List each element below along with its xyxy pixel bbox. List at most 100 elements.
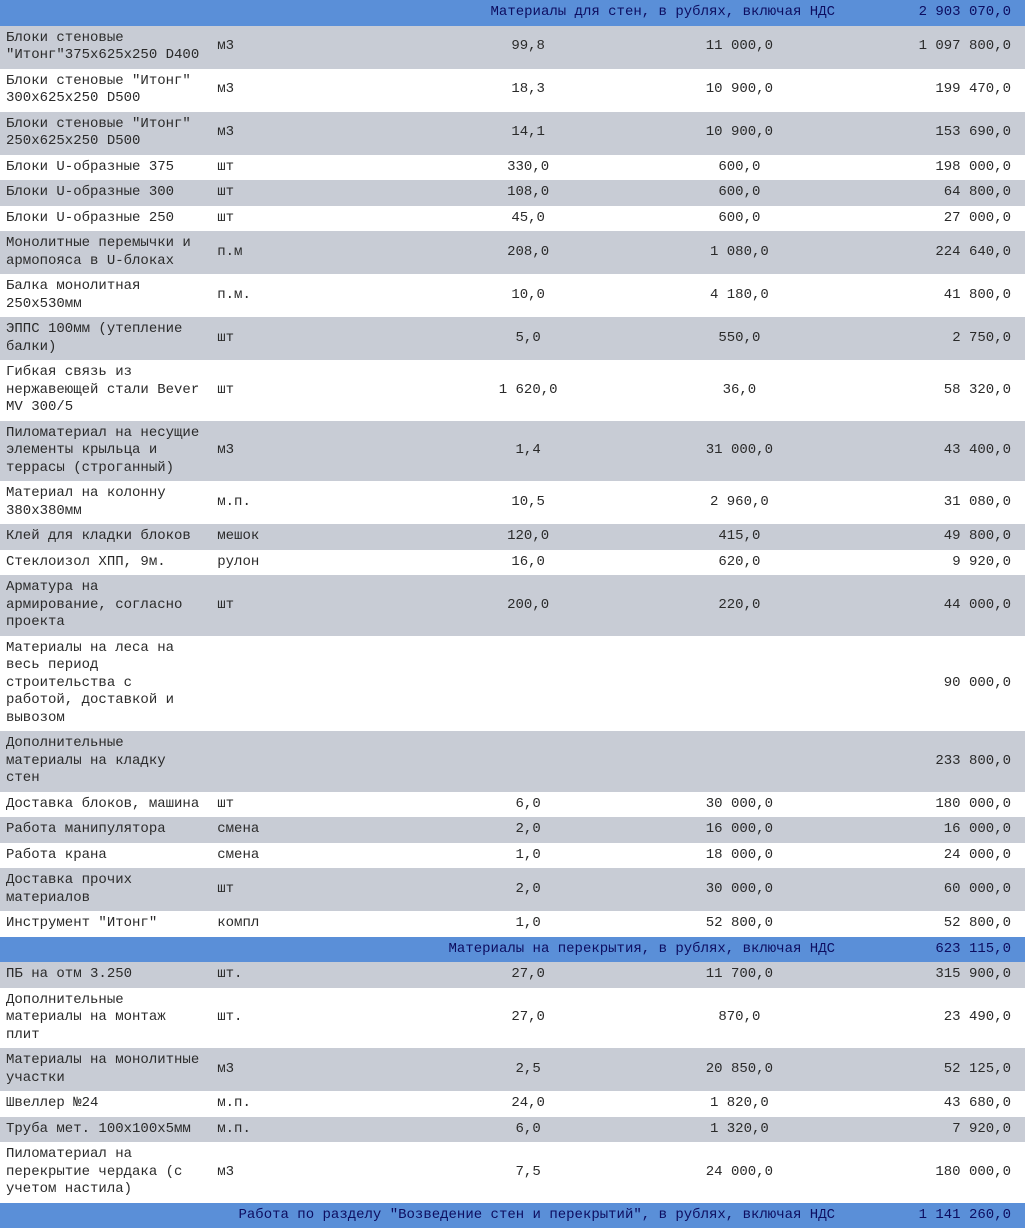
table-row: Пиломатериал на несущие элементы крыльца…	[0, 421, 1025, 482]
item-price: 30 000,0	[634, 792, 845, 818]
item-sum: 43 400,0	[845, 421, 1025, 482]
item-name: Доставка блоков, машина	[0, 792, 211, 818]
item-name: Работа крана	[0, 843, 211, 869]
table-row: Швеллер №24м.п.24,01 820,043 680,0	[0, 1091, 1025, 1117]
item-qty	[423, 731, 634, 792]
item-qty: 1,4	[423, 421, 634, 482]
item-qty: 27,0	[423, 962, 634, 988]
table-row: Труба мет. 100х100х5ммм.п.6,01 320,07 92…	[0, 1117, 1025, 1143]
item-name: Материалы на монолитные участки	[0, 1048, 211, 1091]
table-row: ПБ на отм 3.250шт.27,011 700,0315 900,0	[0, 962, 1025, 988]
item-qty: 1,0	[423, 843, 634, 869]
item-qty: 2,0	[423, 868, 634, 911]
item-qty: 45,0	[423, 206, 634, 232]
item-qty: 10,5	[423, 481, 634, 524]
item-qty: 16,0	[423, 550, 634, 576]
item-unit	[211, 636, 422, 732]
item-unit: м3	[211, 69, 422, 112]
item-unit: м3	[211, 112, 422, 155]
item-price: 1 820,0	[634, 1091, 845, 1117]
item-unit: м3	[211, 26, 422, 69]
item-sum: 315 900,0	[845, 962, 1025, 988]
table-row: Материалы на леса на весь период строите…	[0, 636, 1025, 732]
item-sum: 9 920,0	[845, 550, 1025, 576]
item-sum: 49 800,0	[845, 524, 1025, 550]
table-row: Пиломатериал на перекрытие чердака (с уч…	[0, 1142, 1025, 1203]
item-unit: шт.	[211, 988, 422, 1049]
item-qty: 24,0	[423, 1091, 634, 1117]
item-name: Швеллер №24	[0, 1091, 211, 1117]
item-price: 36,0	[634, 360, 845, 421]
item-price: 20 850,0	[634, 1048, 845, 1091]
item-qty: 2,0	[423, 817, 634, 843]
table-row: ЭППС 100мм (утепление балки)шт5,0550,02 …	[0, 317, 1025, 360]
item-unit: шт	[211, 155, 422, 181]
item-sum: 2 750,0	[845, 317, 1025, 360]
table-row: Работа манипуляторасмена2,016 000,016 00…	[0, 817, 1025, 843]
item-unit: мешок	[211, 524, 422, 550]
item-unit	[211, 731, 422, 792]
table-row: Доставка блоков, машинашт6,030 000,0180 …	[0, 792, 1025, 818]
item-price: 10 900,0	[634, 69, 845, 112]
item-sum: 233 800,0	[845, 731, 1025, 792]
item-name: Материалы на леса на весь период строите…	[0, 636, 211, 732]
item-qty: 14,1	[423, 112, 634, 155]
item-name: Доставка прочих материалов	[0, 868, 211, 911]
item-unit: шт.	[211, 962, 422, 988]
table-row: Работа кранасмена1,018 000,024 000,0	[0, 843, 1025, 869]
item-unit: шт	[211, 180, 422, 206]
item-qty: 6,0	[423, 792, 634, 818]
item-name: Балка монолитная 250х530мм	[0, 274, 211, 317]
item-name: Дополнительные материалы на кладку стен	[0, 731, 211, 792]
item-qty: 330,0	[423, 155, 634, 181]
item-name: Монолитные перемычки и армопояса в U-бло…	[0, 231, 211, 274]
item-qty: 7,5	[423, 1142, 634, 1203]
item-price: 52 800,0	[634, 911, 845, 937]
item-price: 31 000,0	[634, 421, 845, 482]
table-row: Блоки стеновые "Итонг" 250х625х250 D500м…	[0, 112, 1025, 155]
estimate-table: Материалы для стен, в рублях, включая НД…	[0, 0, 1025, 1228]
item-unit: п.м.	[211, 274, 422, 317]
section-total: 623 115,0	[845, 937, 1025, 963]
item-name: Блоки стеновые "Итонг" 250х625х250 D500	[0, 112, 211, 155]
item-name: Работа манипулятора	[0, 817, 211, 843]
item-qty: 200,0	[423, 575, 634, 636]
item-unit: м3	[211, 421, 422, 482]
item-price	[634, 636, 845, 732]
item-price: 870,0	[634, 988, 845, 1049]
item-unit: м3	[211, 1142, 422, 1203]
item-price: 1 320,0	[634, 1117, 845, 1143]
table-row: Блоки стеновые "Итонг" 300х625х250 D500м…	[0, 69, 1025, 112]
item-price: 600,0	[634, 180, 845, 206]
table-row: Стеклоизол ХПП, 9м.рулон16,0620,09 920,0	[0, 550, 1025, 576]
item-sum: 7 920,0	[845, 1117, 1025, 1143]
item-name: Блоки U-образные 250	[0, 206, 211, 232]
section-total: 2 903 070,0	[845, 0, 1025, 26]
item-price	[634, 731, 845, 792]
item-sum: 52 125,0	[845, 1048, 1025, 1091]
item-sum: 60 000,0	[845, 868, 1025, 911]
item-name: Гибкая связь из нержавеющей стали Bever …	[0, 360, 211, 421]
item-unit: шт	[211, 868, 422, 911]
item-name: Дополнительные материалы на монтаж плит	[0, 988, 211, 1049]
item-name: Блоки стеновые "Итонг" 300х625х250 D500	[0, 69, 211, 112]
item-unit: м3	[211, 1048, 422, 1091]
item-name: Труба мет. 100х100х5мм	[0, 1117, 211, 1143]
item-sum: 43 680,0	[845, 1091, 1025, 1117]
item-name: Арматура на армирование, согласно проект…	[0, 575, 211, 636]
item-sum: 64 800,0	[845, 180, 1025, 206]
section-total: 1 141 260,0	[845, 1203, 1025, 1228]
section-header: Материалы на перекрытия, в рублях, включ…	[0, 937, 1025, 963]
item-qty: 1,0	[423, 911, 634, 937]
section-title: Материалы на перекрытия, в рублях, включ…	[0, 937, 845, 963]
item-price: 18 000,0	[634, 843, 845, 869]
item-qty: 10,0	[423, 274, 634, 317]
item-qty: 6,0	[423, 1117, 634, 1143]
item-price: 2 960,0	[634, 481, 845, 524]
item-qty: 108,0	[423, 180, 634, 206]
item-sum: 1 097 800,0	[845, 26, 1025, 69]
item-price: 30 000,0	[634, 868, 845, 911]
item-name: Клей для кладки блоков	[0, 524, 211, 550]
table-row: Клей для кладки блоковмешок120,0415,049 …	[0, 524, 1025, 550]
item-qty: 2,5	[423, 1048, 634, 1091]
